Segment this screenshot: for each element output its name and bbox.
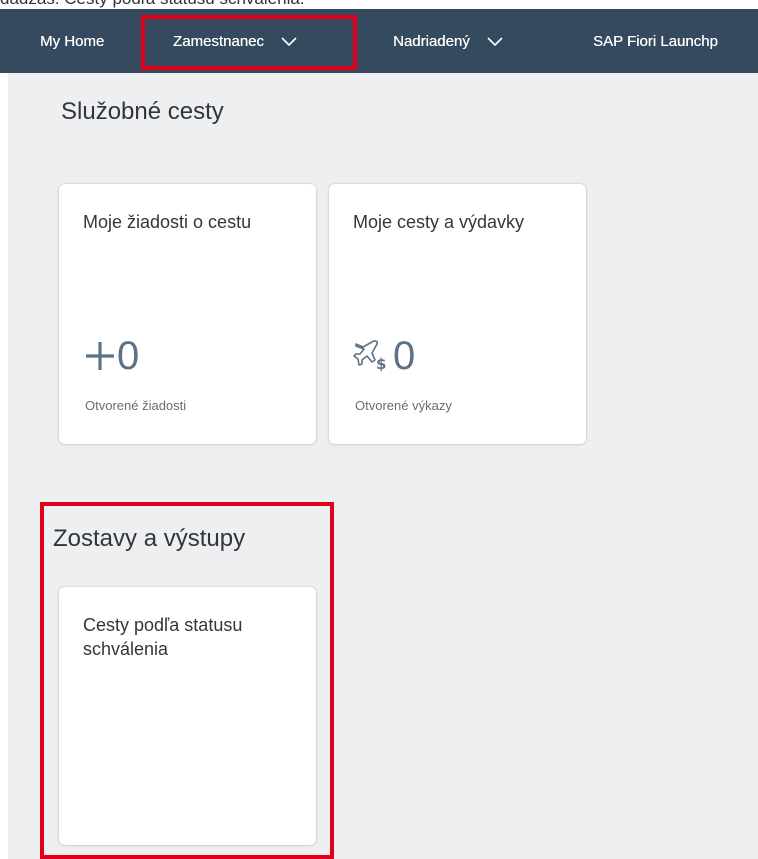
svg-text:$: $ xyxy=(376,355,386,373)
clipped-caption: dadzaš. Cesty podľa statusu schválenia. xyxy=(0,0,305,9)
tile-moje-cesty-a-vydavky[interactable]: Moje cesty a výdavky $ 0 Otvorené výkazy xyxy=(329,184,586,444)
nav-zamestnanec[interactable]: Zamestnanec xyxy=(173,9,298,73)
tile-kpi: 0 xyxy=(83,336,139,376)
tile-footer: Otvorené výkazy xyxy=(355,398,452,413)
tile-cesty-podla-statusu-schvalenia[interactable]: Cesty podľa statusu schválenia xyxy=(59,587,316,845)
plus-icon xyxy=(86,342,114,370)
travel-expense-icon: $ xyxy=(353,340,386,373)
tile-title: Moje cesty a výdavky xyxy=(353,212,525,232)
section-title-sluzobne-cesty: Služobné cesty xyxy=(61,98,224,125)
tile-title: Moje žiadosti o cestu xyxy=(83,212,252,232)
nav-nadriadeny[interactable]: Nadriadený xyxy=(393,9,504,73)
shell-bar: My Home Zamestnanec Nadriadený SAP Fiori… xyxy=(0,9,758,73)
nav-nadriadeny-label: Nadriadený xyxy=(393,32,470,50)
clipped-caption-strip: dadzaš. Cesty podľa statusu schválenia. xyxy=(0,0,758,9)
nav-my-home-label: My Home xyxy=(40,32,105,50)
chevron-down-icon xyxy=(281,37,297,47)
nav-my-home[interactable]: My Home xyxy=(40,9,104,73)
tile-footer: Otvorené žiadosti xyxy=(85,398,187,413)
nav-sap-fiori-launchpad[interactable]: SAP Fiori Launchp xyxy=(593,9,718,73)
section-title-zostavy-a-vystupy: Zostavy a výstupy xyxy=(53,525,246,552)
nav-zamestnanec-label: Zamestnanec xyxy=(173,32,264,50)
chevron-down-icon xyxy=(487,37,503,47)
kpi-value: 0 xyxy=(393,334,416,378)
kpi-value: 0 xyxy=(117,334,140,378)
tile-kpi: $ 0 xyxy=(353,336,415,376)
nav-sap-fiori-label: SAP Fiori Launchp xyxy=(593,32,718,50)
tile-title: Cesty podľa statusu schválenia xyxy=(83,615,243,659)
tile-moje-ziadosti-o-cestu[interactable]: Moje žiadosti o cestu 0 Otvorené žiadost… xyxy=(59,184,316,444)
